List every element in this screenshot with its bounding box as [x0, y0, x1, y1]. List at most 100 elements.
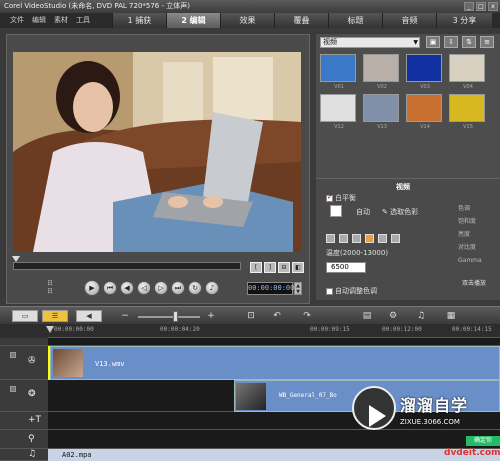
- transport-controls: ▶ ⏮ ◀ ◁ ▷ ⏭ ↻ ♪: [84, 280, 219, 296]
- clip-mode-label[interactable]: 日: [47, 288, 77, 296]
- enlarge-preview-button[interactable]: ◧: [292, 262, 304, 273]
- play-button[interactable]: ▶: [84, 280, 100, 296]
- project-mode-label[interactable]: 日: [47, 280, 77, 288]
- tab-title[interactable]: 标题: [328, 13, 382, 28]
- timeline-spacer: [48, 338, 500, 346]
- library-thumb[interactable]: V04: [449, 54, 485, 90]
- timeline-view-button[interactable]: ☰: [42, 310, 68, 322]
- fit-project-icon[interactable]: ⊡: [244, 310, 258, 322]
- preset-icon[interactable]: [326, 234, 335, 243]
- track-manager-icon[interactable]: ▤: [360, 310, 374, 322]
- rewind-button[interactable]: ◁: [137, 281, 151, 295]
- keep-wide-option[interactable]: 双击播放: [462, 279, 486, 288]
- thumb-label: V15: [463, 124, 473, 130]
- pick-color-button[interactable]: ✎ 选取色彩: [382, 208, 418, 217]
- library-thumb[interactable]: V03: [406, 54, 442, 90]
- menu-file[interactable]: 文件: [10, 13, 24, 28]
- overlay-clip-thumbnail: [236, 383, 266, 410]
- timecode-display[interactable]: 00:00:00:00: [247, 282, 294, 295]
- options-panel: 视频 白平衡 自动 ✎ 选取色彩 温度(2000-13000) 6500 自动调…: [316, 178, 500, 300]
- corner-badge: 确定你: [466, 436, 500, 446]
- zoom-out-icon[interactable]: −: [118, 310, 132, 322]
- tab-capture[interactable]: 1 捕获: [112, 13, 166, 28]
- import-icon[interactable]: ⇩: [444, 36, 458, 48]
- tab-audio[interactable]: 音频: [382, 13, 436, 28]
- prev-frame-button[interactable]: ◀: [120, 281, 134, 295]
- sort-icon[interactable]: ⇅: [462, 36, 476, 48]
- zoom-in-icon[interactable]: +: [204, 310, 218, 322]
- track-toggle[interactable]: [10, 352, 16, 358]
- library-thumb[interactable]: V01: [320, 54, 356, 90]
- video-clip[interactable]: V13.wmv: [50, 346, 500, 380]
- video-clip-name: V13.wmv: [95, 360, 125, 368]
- preset-icon[interactable]: [339, 234, 348, 243]
- volume-button[interactable]: ♪: [205, 281, 219, 295]
- timeline-ruler[interactable]: 00:00:00:00 00:00:04:20 00:00:09:15 00:0…: [48, 324, 500, 338]
- overlay-track-header: ❂: [0, 380, 48, 412]
- temperature-input[interactable]: 6500: [326, 262, 366, 273]
- clip-thumbnail: [53, 349, 83, 377]
- menu-tools[interactable]: 工具: [76, 13, 90, 28]
- library-panel: 视频 ▼ ▣ ⇩ ⇅ ≡ V01 V02 V03 V04 V12 V13 V14…: [316, 34, 500, 184]
- library-thumb[interactable]: V15: [449, 94, 485, 130]
- thumb-label: V02: [377, 84, 387, 90]
- ruler-corner: [0, 324, 48, 338]
- preset-icon[interactable]: [391, 234, 400, 243]
- audio-view-button[interactable]: ◀: [76, 310, 102, 322]
- repeat-button[interactable]: ↻: [188, 281, 202, 295]
- tab-effect[interactable]: 效果: [220, 13, 274, 28]
- tab-share[interactable]: 3 分享: [436, 13, 492, 28]
- menu-edit[interactable]: 编辑: [32, 13, 46, 28]
- thumb-label: V01: [334, 84, 344, 90]
- auto-tone-checkbox[interactable]: [326, 287, 333, 295]
- library-thumb[interactable]: V02: [363, 54, 399, 90]
- library-thumb[interactable]: V13: [363, 94, 399, 130]
- undo-icon[interactable]: ↶: [270, 310, 284, 322]
- library-thumb[interactable]: V14: [406, 94, 442, 130]
- preset-icon[interactable]: [378, 234, 387, 243]
- mark-out-button[interactable]: ]: [264, 262, 276, 273]
- color-adjust-labels: 色调 饱和度 亮度 对比度 Gamma: [458, 202, 482, 267]
- clip-start-indicator: [48, 346, 50, 380]
- playhead[interactable]: [46, 326, 54, 333]
- mark-in-button[interactable]: [: [250, 262, 262, 273]
- library-thumb[interactable]: V12: [320, 94, 356, 130]
- auto-tone-row[interactable]: 自动调整色调: [326, 287, 377, 296]
- chapter-icon[interactable]: ⚙: [386, 310, 400, 322]
- library-menu-icon[interactable]: ≡: [480, 36, 494, 48]
- home-button[interactable]: ⏮: [103, 281, 117, 295]
- redo-icon[interactable]: ↷: [300, 310, 314, 322]
- maximize-button[interactable]: □: [476, 2, 486, 11]
- auto-label[interactable]: 自动: [356, 208, 370, 217]
- audio-mixer-icon[interactable]: ♫: [414, 310, 428, 322]
- zoom-slider-thumb[interactable]: [173, 311, 178, 322]
- overlay-clip-name: WB_General_07_Bo: [279, 392, 337, 399]
- white-balance-row[interactable]: 白平衡: [326, 193, 356, 203]
- audio-clip[interactable]: A02.mpa: [48, 449, 500, 461]
- ruler-tick: 00:00:12:00: [382, 326, 422, 333]
- white-balance-label: 白平衡: [335, 194, 356, 202]
- corner-site-watermark: dvdeit.com: [444, 448, 500, 458]
- forward-button[interactable]: ▷: [154, 281, 168, 295]
- menu-clip[interactable]: 素材: [54, 13, 68, 28]
- split-button[interactable]: ⊟: [278, 262, 290, 273]
- white-balance-swatch[interactable]: [330, 205, 342, 217]
- preset-icon[interactable]: [352, 234, 361, 243]
- watermark-site: ZIXUE.3066.COM: [400, 418, 460, 426]
- minimize-button[interactable]: _: [464, 2, 474, 11]
- preset-icon[interactable]: [365, 234, 374, 243]
- white-balance-checkbox[interactable]: [326, 193, 333, 202]
- end-button[interactable]: ⏭: [171, 281, 185, 295]
- library-category-select[interactable]: 视频 ▼: [320, 37, 420, 48]
- menu-bar: 文件 编辑 素材 工具 1 捕获 2 编辑 效果 覆叠 标题 音频 3 分享: [0, 13, 500, 28]
- tab-edit[interactable]: 2 编辑: [166, 13, 220, 28]
- close-button[interactable]: x: [488, 2, 498, 11]
- storyboard-view-button[interactable]: ▭: [12, 310, 38, 322]
- zoom-slider[interactable]: [138, 316, 200, 318]
- folder-icon[interactable]: ▣: [426, 36, 440, 48]
- track-toggle[interactable]: [10, 386, 16, 392]
- record-icon[interactable]: ▦: [444, 310, 458, 322]
- preview-scrubber[interactable]: [13, 262, 241, 270]
- tab-overlay[interactable]: 覆叠: [274, 13, 328, 28]
- timecode-spinner[interactable]: ▲ ▼: [294, 282, 302, 295]
